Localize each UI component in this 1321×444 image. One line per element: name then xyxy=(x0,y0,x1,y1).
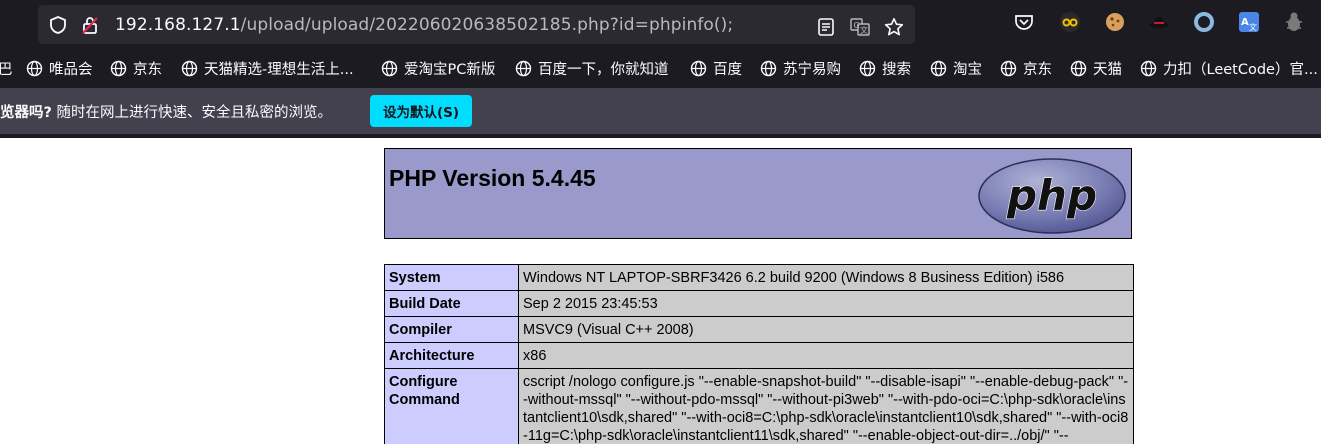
globe-icon xyxy=(690,60,707,77)
bookmark-item[interactable]: 天猫精选-理想生活上... xyxy=(181,58,354,79)
insecure-lock-icon[interactable] xyxy=(80,15,100,35)
bug-extension-icon[interactable] xyxy=(1283,11,1305,33)
bookmark-label: 京东 xyxy=(133,62,162,78)
bookmark-label: 唯品会 xyxy=(49,62,93,78)
table-row: System Windows NT LAPTOP-SBRF3426 6.2 bui… xyxy=(384,264,1134,291)
table-row: Compiler MSVC9 (Visual C++ 2008) xyxy=(384,316,1134,343)
bookmark-item[interactable]: 唯品会 xyxy=(26,58,93,79)
bookmark-label: 爱淘宝PC新版 xyxy=(404,62,496,78)
bookmarks-toolbar: 巴 唯品会 京东 天猫精选-理想生活上... 爱淘宝PC新版 百度一下，你就知道… xyxy=(0,52,1321,84)
url-host: 192.168.127.1 xyxy=(115,15,241,35)
globe-icon xyxy=(1140,60,1157,77)
php-version-title: PHP Version 5.4.45 xyxy=(389,165,596,191)
address-bar[interactable]: 192.168.127.1/upload/upload/202206020638… xyxy=(38,5,915,44)
globe-icon xyxy=(930,60,947,77)
bookmark-item[interactable]: 京东 xyxy=(1000,58,1052,79)
pocket-icon[interactable] xyxy=(1013,11,1035,33)
bookmark-label: 百度一下，你就知道 xyxy=(538,62,669,78)
page-content: PHP Version 5.4.45 php System Windows NT … xyxy=(0,138,1321,444)
globe-icon xyxy=(181,60,198,77)
table-row: Build Date Sep 2 2015 23:45:53 xyxy=(384,290,1134,317)
bookmark-item[interactable]: 百度一下，你就知道 xyxy=(515,58,669,79)
ring-extension-icon[interactable] xyxy=(1193,11,1215,33)
globe-icon xyxy=(1070,60,1087,77)
table-row: Configure Command cscript /nologo configu… xyxy=(384,368,1134,444)
translate-extension-icon[interactable]: A文 xyxy=(1238,11,1260,33)
php-logo-icon[interactable]: php xyxy=(977,157,1127,235)
bookmark-item[interactable]: 力扣（LeetCode）官... xyxy=(1140,58,1318,79)
bookmark-label: 京东 xyxy=(1023,62,1052,78)
notification-body-text: 随时在网上进行快速、安全且私密的浏览。 xyxy=(51,105,333,121)
bookmark-label: 力扣（LeetCode）官... xyxy=(1163,62,1318,78)
translate-icon[interactable]: G文 xyxy=(850,17,870,37)
bookmark-label: 淘宝 xyxy=(953,62,982,78)
globe-icon xyxy=(26,60,43,77)
url-text[interactable]: 192.168.127.1/upload/upload/202206020638… xyxy=(115,15,733,35)
reader-view-icon[interactable] xyxy=(816,17,836,37)
default-browser-notification: 览器吗? 随时在网上进行快速、安全且私密的浏览。 设为默认(S) xyxy=(0,88,1321,134)
bookmark-item[interactable]: 巴 xyxy=(0,58,13,79)
bookmark-label: 巴 xyxy=(0,62,13,78)
cookie-icon[interactable] xyxy=(1104,11,1126,33)
bookmark-star-icon[interactable] xyxy=(884,17,904,37)
notification-bold-text: 览器吗? xyxy=(0,105,52,121)
globe-icon xyxy=(381,60,398,77)
svg-text:G: G xyxy=(854,21,860,30)
php-logo-text: php xyxy=(1006,171,1097,220)
row-key: System xyxy=(384,264,519,291)
bookmark-item[interactable]: 搜索 xyxy=(859,58,911,79)
bookmark-label: 苏宁易购 xyxy=(783,62,841,78)
bookmark-label: 天猫 xyxy=(1093,62,1122,78)
bookmark-label: 搜索 xyxy=(882,62,911,78)
row-key: Compiler xyxy=(384,316,519,343)
table-row: Architecture x86 xyxy=(384,342,1134,369)
bookmark-item[interactable]: 百度 xyxy=(690,58,742,79)
bookmark-label: 天猫精选-理想生活上... xyxy=(204,62,354,78)
globe-icon xyxy=(110,60,127,77)
svg-text:文: 文 xyxy=(1249,22,1257,32)
globe-icon xyxy=(1000,60,1017,77)
bookmark-item[interactable]: 苏宁易购 xyxy=(760,58,841,79)
phpinfo-header: PHP Version 5.4.45 php xyxy=(384,148,1132,239)
row-value: MSVC9 (Visual C++ 2008) xyxy=(518,316,1134,343)
globe-icon xyxy=(515,60,532,77)
row-value: Windows NT LAPTOP-SBRF3426 6.2 build 920… xyxy=(518,264,1134,291)
svg-text:文: 文 xyxy=(860,25,868,35)
row-key: Configure Command xyxy=(384,368,519,444)
bookmark-item[interactable]: 天猫 xyxy=(1070,58,1122,79)
bookmark-item[interactable]: 京东 xyxy=(110,58,162,79)
row-key: Build Date xyxy=(384,290,519,317)
bookmark-label: 百度 xyxy=(713,62,742,78)
bookmark-item[interactable]: 淘宝 xyxy=(930,58,982,79)
hat-extension-icon[interactable] xyxy=(1148,11,1170,33)
browser-chrome: 192.168.127.1/upload/upload/202206020638… xyxy=(0,0,1321,138)
svg-text:A: A xyxy=(1241,17,1249,28)
set-default-button[interactable]: 设为默认(S) xyxy=(370,95,472,127)
row-value: Sep 2 2015 23:45:53 xyxy=(518,290,1134,317)
row-key: Architecture xyxy=(384,342,519,369)
glasses-extension-icon[interactable] xyxy=(1059,11,1081,33)
url-path: /upload/upload/202206020638502185.php?id… xyxy=(240,15,734,35)
globe-icon xyxy=(859,60,876,77)
notification-text: 览器吗? 随时在网上进行快速、安全且私密的浏览。 xyxy=(0,101,332,122)
system-info-table: System Windows NT LAPTOP-SBRF3426 6.2 bui… xyxy=(384,264,1134,444)
bookmark-item[interactable]: 爱淘宝PC新版 xyxy=(381,58,495,79)
row-value: cscript /nologo configure.js "--enable-s… xyxy=(518,368,1134,444)
shield-icon[interactable] xyxy=(48,15,68,35)
row-value: x86 xyxy=(518,342,1134,369)
globe-icon xyxy=(760,60,777,77)
